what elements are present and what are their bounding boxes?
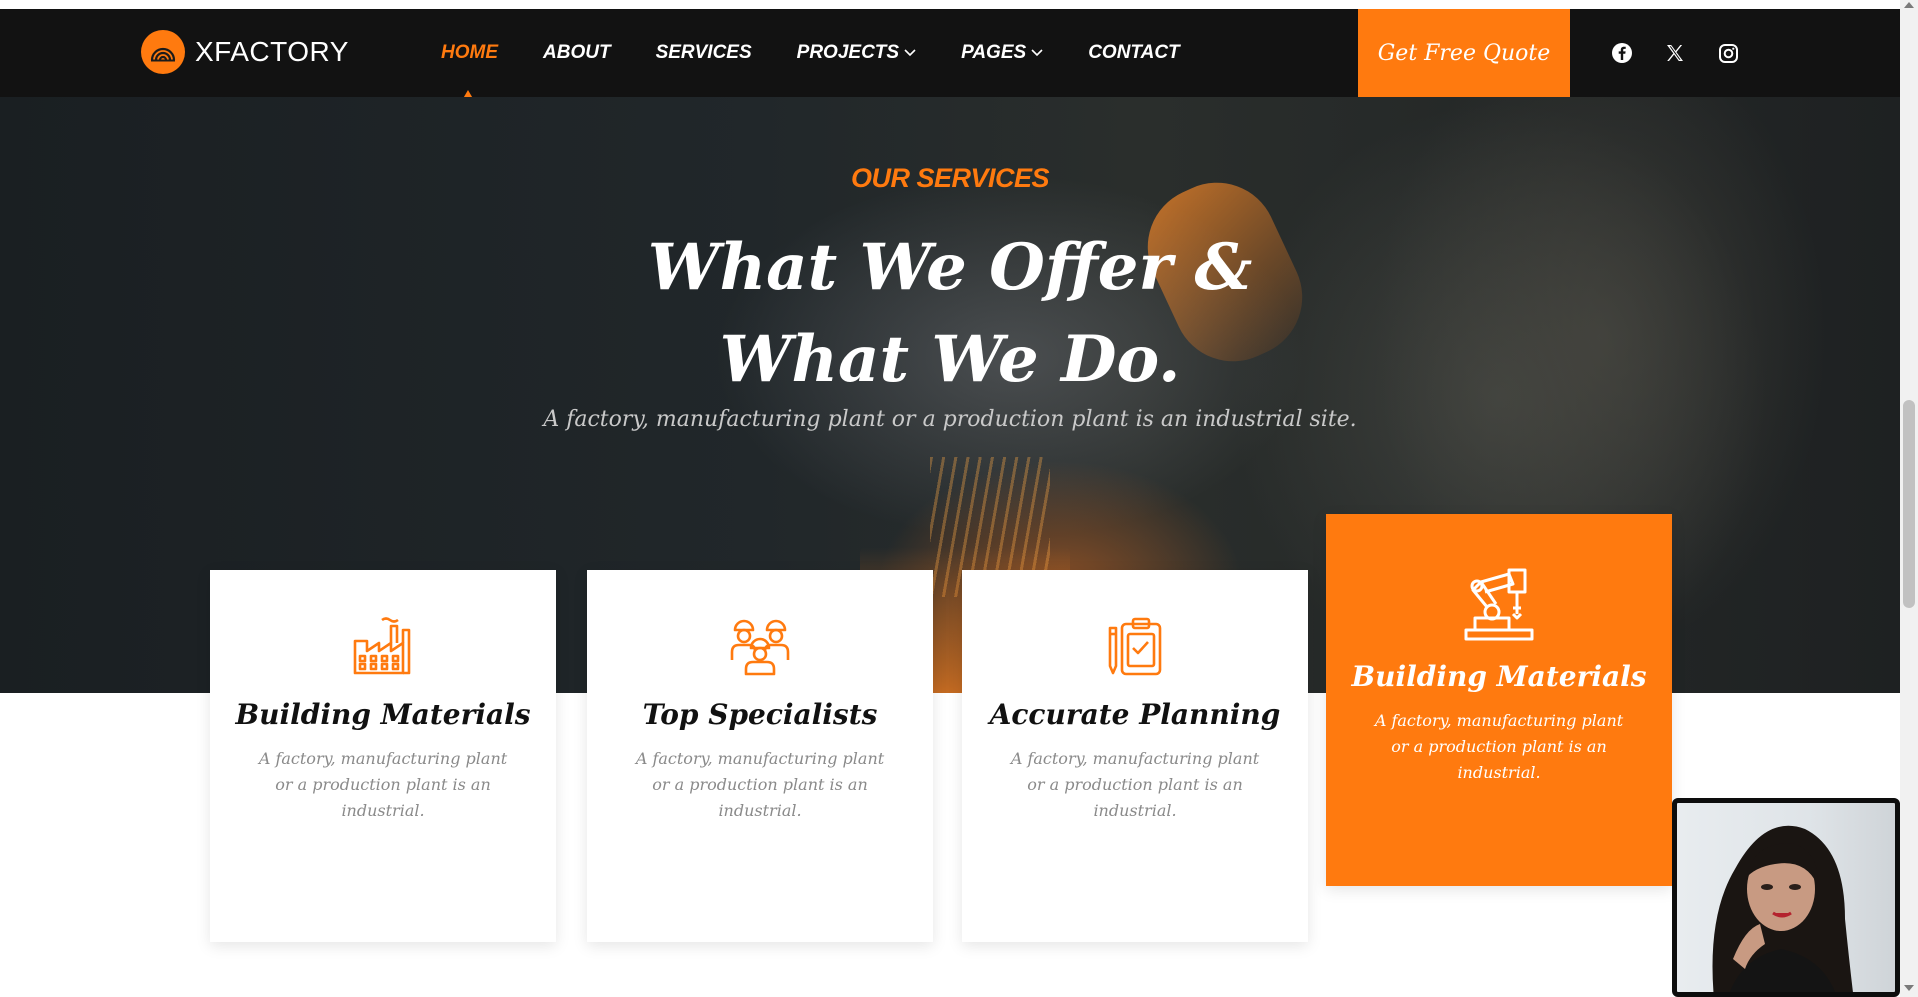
nav-home-label: HOME: [441, 42, 498, 63]
chevron-down-icon: [1031, 49, 1043, 57]
scrollbar-thumb[interactable]: [1903, 400, 1915, 608]
service-card-accurate-planning[interactable]: Accurate Planning A factory, manufacturi…: [962, 570, 1308, 942]
nav-about-label: ABOUT: [543, 42, 611, 63]
nav-about[interactable]: ABOUT: [543, 42, 611, 64]
card-title: Building Materials: [235, 698, 531, 731]
nav-home[interactable]: HOME: [441, 42, 498, 64]
page-scrollbar[interactable]: [1900, 0, 1918, 997]
main-nav: HOME ABOUT SERVICES PROJECTS PAGES CONTA…: [441, 9, 1225, 97]
card-text: A factory, manufacturing plant or a prod…: [1010, 749, 1260, 820]
instagram-icon[interactable]: [1716, 41, 1740, 65]
x-twitter-icon[interactable]: [1663, 41, 1687, 65]
card-text: A factory, manufacturing plant or a prod…: [1374, 711, 1624, 782]
card-text: A factory, manufacturing plant or a prod…: [635, 749, 885, 820]
site-logo[interactable]: XFACTORY: [141, 30, 349, 74]
nav-pages-label: PAGES: [961, 42, 1027, 63]
service-card-building-materials-highlighted[interactable]: Building Materials A factory, manufactur…: [1326, 514, 1672, 886]
headline-line-2: What We Do.: [719, 322, 1181, 397]
section-headline: What We Offer & What We Do.: [0, 222, 1900, 406]
section-subline: A factory, manufacturing plant or a prod…: [543, 407, 1357, 432]
logo-text: XFACTORY: [195, 36, 349, 67]
nav-services-label: SERVICES: [655, 42, 752, 63]
nav-services[interactable]: SERVICES: [656, 42, 752, 64]
nav-pages[interactable]: PAGES: [961, 42, 1043, 64]
get-free-quote-button[interactable]: Get Free Quote: [1358, 9, 1570, 97]
webcam-person-image: [1712, 825, 1853, 992]
chevron-down-icon: [904, 49, 916, 57]
scroll-down-arrow-icon[interactable]: [1904, 985, 1914, 991]
site-header: XFACTORY HOME ABOUT SERVICES PROJECTS PA…: [0, 9, 1900, 97]
section-eyebrow: OUR SERVICES: [850, 163, 1050, 193]
social-links: [1610, 9, 1769, 97]
service-card-top-specialists[interactable]: Top Specialists A factory, manufacturing…: [587, 570, 933, 942]
logo-mark-icon: [141, 30, 185, 74]
card-title: Accurate Planning: [989, 698, 1281, 731]
top-strip: [0, 0, 1900, 9]
nav-contact-label: CONTACT: [1088, 42, 1180, 63]
nav-projects-label: PROJECTS: [796, 42, 900, 63]
card-title: Building Materials: [1351, 660, 1647, 693]
card-text: A factory, manufacturing plant or a prod…: [258, 749, 508, 820]
headline-line-1: What We Offer &: [647, 230, 1253, 305]
robot-arm-icon: [1326, 568, 1672, 641]
factory-icon: [210, 616, 556, 680]
card-title: Top Specialists: [642, 698, 878, 731]
nav-contact[interactable]: CONTACT: [1088, 42, 1179, 64]
nav-projects[interactable]: PROJECTS: [797, 42, 916, 64]
facebook-icon[interactable]: [1610, 41, 1634, 65]
service-card-building-materials[interactable]: Building Materials A factory, manufactur…: [210, 570, 556, 942]
scroll-up-arrow-icon[interactable]: [1904, 2, 1914, 8]
clipboard-plan-icon: [962, 616, 1308, 680]
webcam-overlay[interactable]: [1672, 798, 1900, 997]
team-workers-icon: [587, 616, 933, 680]
